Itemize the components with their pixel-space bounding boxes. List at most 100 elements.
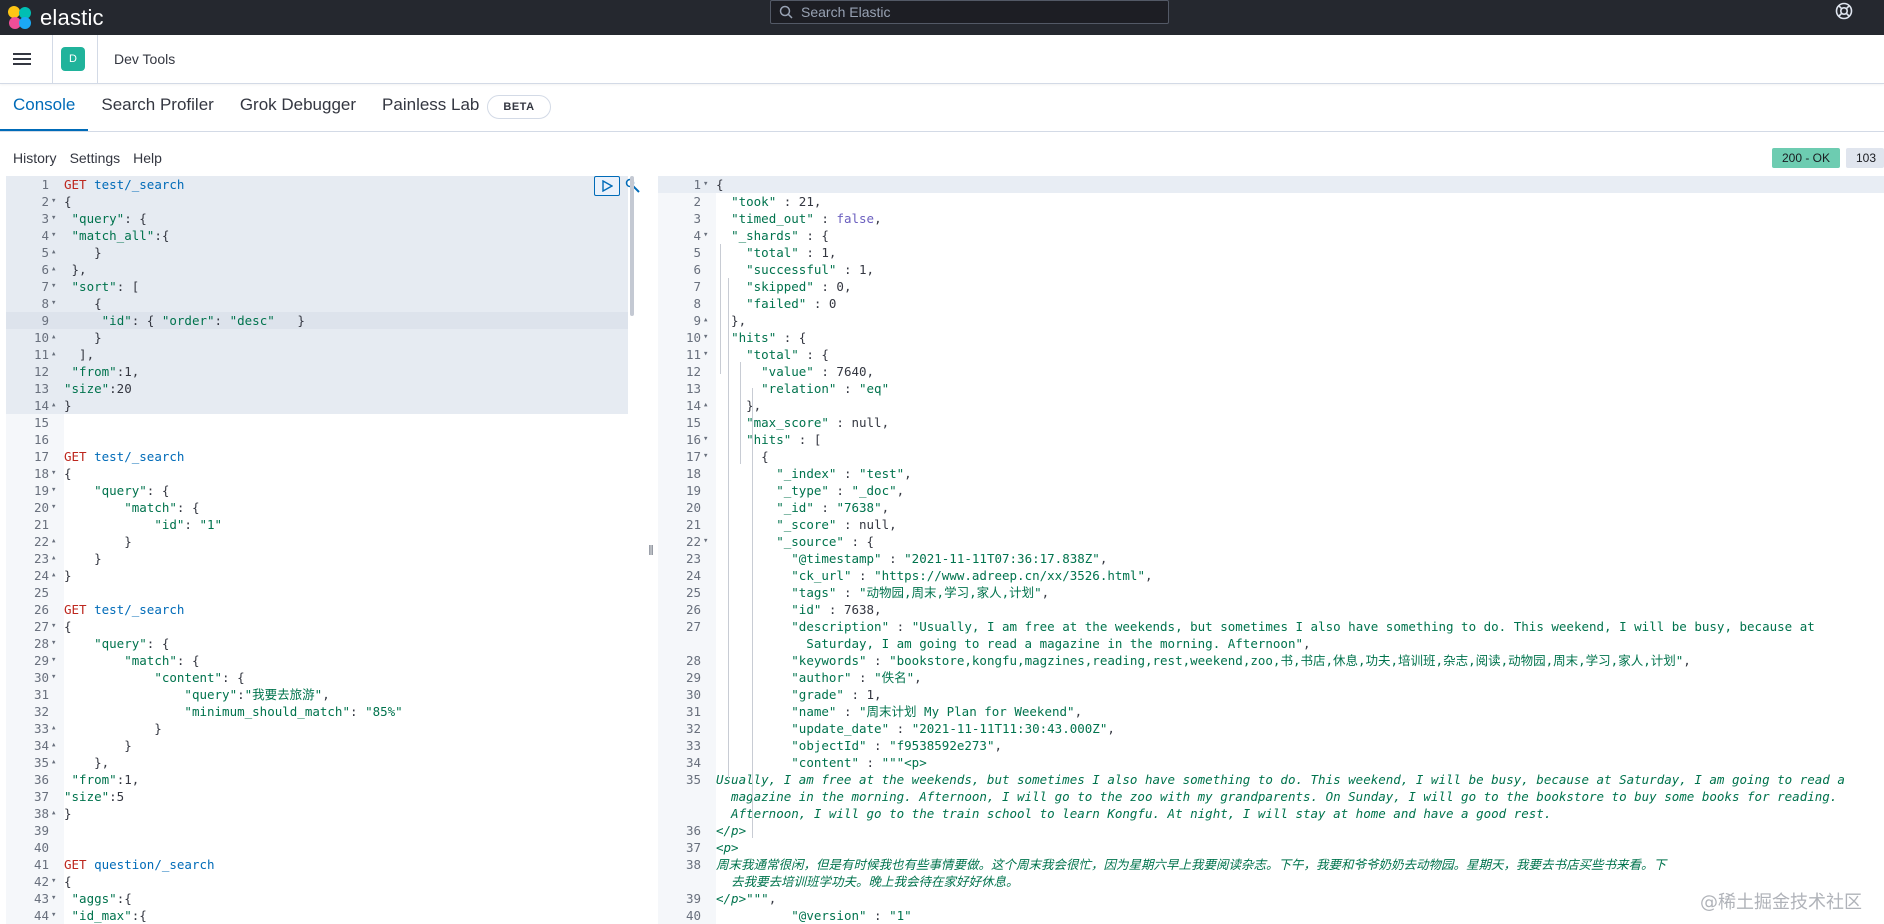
fold-toggle-icon[interactable]: ▾: [703, 431, 708, 448]
fold-toggle-icon[interactable]: ▾: [51, 618, 56, 635]
tab-grok-debugger[interactable]: Grok Debugger: [227, 83, 369, 131]
fold-toggle-icon[interactable]: ▾: [51, 669, 56, 686]
fold-toggle-icon[interactable]: ▴: [51, 346, 56, 363]
line-number: 39: [33, 823, 49, 838]
line-number: 40: [685, 908, 701, 923]
line-number: 6: [41, 262, 49, 277]
line-number: 17: [33, 449, 49, 464]
code-text: "query": {: [94, 636, 170, 651]
line-number: 21: [685, 517, 701, 532]
elastic-logo[interactable]: elastic: [8, 5, 104, 31]
tab-console[interactable]: Console: [0, 83, 89, 131]
code-line: magazine in the morning. Afternoon, I wi…: [658, 788, 1884, 805]
fold-toggle-icon[interactable]: ▾: [51, 278, 56, 295]
fold-toggle-icon[interactable]: ▾: [703, 533, 708, 550]
help-link[interactable]: Help: [133, 150, 162, 166]
search-input[interactable]: [801, 4, 1141, 20]
code-line: 29 "author" : "佚名",: [658, 669, 1884, 686]
history-link[interactable]: History: [13, 150, 57, 166]
line-number: 12: [685, 364, 701, 379]
line-number: 3: [41, 211, 49, 226]
line-number: 12: [33, 364, 49, 379]
code-text: }: [64, 551, 102, 566]
code-line: 39: [6, 822, 644, 839]
code-line: 26 "id" : 7638,: [658, 601, 1884, 618]
global-search[interactable]: [770, 0, 1169, 24]
fold-toggle-icon[interactable]: ▾: [51, 482, 56, 499]
fold-toggle-icon[interactable]: ▾: [51, 227, 56, 244]
code-text: "aggs":{: [71, 891, 132, 906]
code-text: GET test/_search: [64, 602, 185, 617]
space-avatar[interactable]: D: [61, 47, 85, 71]
code-line: 9 "id": { "order": "desc" }: [6, 312, 644, 329]
code-text: "objectId" : "f9538592e273",: [791, 738, 1002, 753]
fold-toggle-icon[interactable]: ▾: [51, 210, 56, 227]
code-line: 18 ▾ {: [6, 465, 644, 482]
send-request-button[interactable]: [594, 176, 620, 196]
tab-search-profiler[interactable]: Search Profiler: [88, 83, 226, 131]
fold-toggle-icon[interactable]: ▴: [51, 567, 56, 584]
code-line: 11 ▾ "total" : {: [658, 346, 1884, 363]
code-text: "timed_out" : false,: [731, 211, 882, 226]
code-text: Afternoon, I will go to the train school…: [716, 806, 1552, 821]
code-line: 40: [6, 839, 644, 856]
fold-toggle-icon[interactable]: ▴: [703, 397, 708, 414]
fold-toggle-icon[interactable]: ▾: [703, 227, 708, 244]
fold-toggle-icon[interactable]: ▴: [703, 312, 708, 329]
code-text: GET test/_search: [64, 449, 185, 464]
code-line: 20 ▾ "match": {: [6, 499, 644, 516]
settings-link[interactable]: Settings: [70, 150, 121, 166]
code-line: 14 ▴ },: [658, 397, 1884, 414]
line-number: 31: [685, 704, 701, 719]
fold-toggle-icon[interactable]: ▾: [703, 448, 708, 465]
code-text: },: [64, 262, 87, 277]
fold-toggle-icon[interactable]: ▾: [703, 176, 708, 193]
line-number: 14: [685, 398, 701, 413]
line-number: 33: [33, 721, 49, 736]
help-menu-button[interactable]: [1834, 1, 1854, 21]
indent-guide: [728, 278, 729, 778]
fold-toggle-icon[interactable]: ▾: [51, 193, 56, 210]
fold-toggle-icon[interactable]: ▾: [51, 499, 56, 516]
fold-toggle-icon[interactable]: ▾: [51, 873, 56, 890]
fold-toggle-icon[interactable]: ▾: [51, 652, 56, 669]
code-line: 34 ▴ }: [6, 737, 644, 754]
fold-toggle-icon[interactable]: ▾: [703, 346, 708, 363]
fold-toggle-icon[interactable]: ▾: [703, 329, 708, 346]
fold-toggle-icon[interactable]: ▾: [51, 635, 56, 652]
fold-toggle-icon[interactable]: ▾: [51, 907, 56, 924]
fold-toggle-icon[interactable]: ▴: [51, 244, 56, 261]
fold-toggle-icon[interactable]: ▴: [51, 720, 56, 737]
fold-toggle-icon[interactable]: ▴: [51, 737, 56, 754]
response-viewer[interactable]: 1 ▾{2 "took" : 21, 3 "timed_out" : false, 4…: [658, 176, 1884, 924]
line-number: 8: [41, 296, 49, 311]
fold-toggle-icon[interactable]: ▴: [51, 533, 56, 550]
line-number: 24: [33, 568, 49, 583]
fold-toggle-icon[interactable]: ▴: [51, 550, 56, 567]
line-number: 32: [33, 704, 49, 719]
line-number: 34: [685, 755, 701, 770]
request-scrollbar[interactable]: [630, 176, 634, 316]
tab-painless-lab[interactable]: Painless Lab BETA: [369, 83, 563, 131]
code-text: "match": {: [124, 500, 200, 515]
fold-toggle-icon[interactable]: ▴: [51, 397, 56, 414]
fold-toggle-icon[interactable]: ▴: [51, 805, 56, 822]
code-line: 21 "id": "1": [6, 516, 644, 533]
fold-toggle-icon[interactable]: ▴: [51, 754, 56, 771]
code-line: 10 ▴ }: [6, 329, 644, 346]
fold-toggle-icon[interactable]: ▾: [51, 890, 56, 907]
status-badge: 200 - OK: [1771, 148, 1840, 168]
code-line: 1 ▾ {: [658, 176, 1884, 193]
fold-toggle-icon[interactable]: ▴: [51, 261, 56, 278]
indent-guide: [740, 362, 741, 464]
code-line: Afternoon, I will go to the train school…: [658, 805, 1884, 822]
fold-toggle-icon[interactable]: ▾: [51, 465, 56, 482]
request-editor[interactable]: 1 GET test/_search 2 ▾{3 ▾ "query": {4 ▾ "mat…: [6, 176, 644, 924]
fold-toggle-icon[interactable]: ▾: [51, 295, 56, 312]
line-number: 18: [33, 466, 49, 481]
code-text: "_score" : null,: [776, 517, 897, 532]
panel-resizer[interactable]: ‖: [644, 176, 658, 924]
code-line: Saturday, I am going to read a magazine …: [658, 635, 1884, 652]
fold-toggle-icon[interactable]: ▴: [51, 329, 56, 346]
menu-toggle-button[interactable]: [12, 49, 32, 69]
